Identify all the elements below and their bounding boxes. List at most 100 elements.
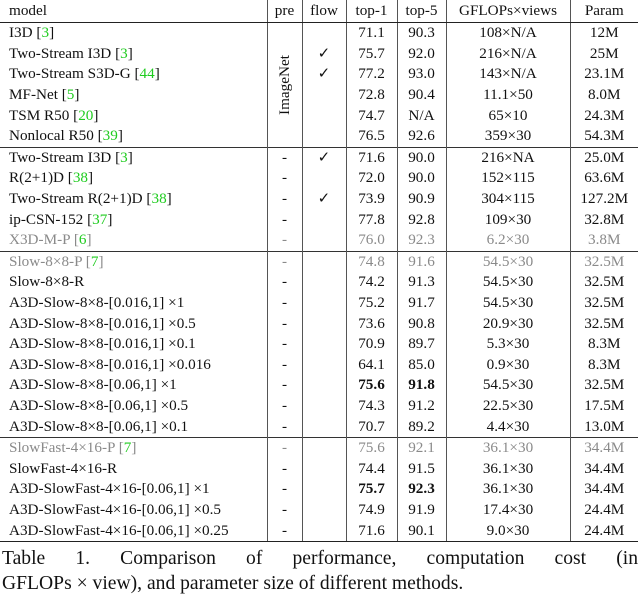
- param-cell: 8.0M: [569, 84, 638, 106]
- pre-cell: -: [266, 333, 302, 355]
- model-cell: A3D-Slow-8×8-[0.016,1] ×0.1: [0, 334, 267, 355]
- citation-link[interactable]: 3: [120, 45, 128, 62]
- flow-cell: [301, 168, 346, 189]
- model-cell: Two-Stream S3D-G [44]: [9, 65, 160, 83]
- param-cell: 13.0M: [569, 416, 638, 438]
- table-row: A3D-SlowFast-4×16-[0.06,1] ×0.5 - 74.9 91.9…: [0, 499, 638, 521]
- model-cell: Slow-8×8-R: [0, 272, 267, 293]
- pre-cell: -: [266, 229, 302, 252]
- top1-cell: 74.8: [345, 250, 397, 273]
- pre-cell: -: [266, 416, 302, 438]
- top1-cell: 77.8: [345, 209, 397, 230]
- model-name: A3D-Slow-8×8-[0.016,1] ×0.1: [9, 335, 196, 353]
- citation-link[interactable]: 38: [151, 190, 166, 207]
- model-cell: A3D-Slow-8×8-[0.016,1] ×1: [0, 293, 267, 314]
- top1-cell: 73.9: [345, 188, 397, 210]
- flow-cell: [301, 333, 346, 355]
- top1-cell: 75.7: [345, 43, 397, 65]
- model-name: A3D-SlowFast-4×16-[0.06,1] ×0.5: [9, 500, 222, 518]
- top1-cell: 75.7: [345, 479, 397, 500]
- table-row: TSM R50 [20] 74.7 N/A 65×10 24.3M: [0, 105, 638, 126]
- model-name: MF-Net: [9, 86, 58, 104]
- citation-link[interactable]: 20: [78, 107, 93, 124]
- table-row: I3D [3] ImageNet 71.1 90.3 108×N/A 12M: [0, 22, 638, 148]
- citation-link[interactable]: 37: [92, 211, 107, 228]
- gflops-cell: 36.1×30: [445, 479, 570, 500]
- pre-cell: -: [266, 458, 302, 480]
- gflops-cell: 54.5×30: [445, 375, 570, 396]
- pre-cell: -: [266, 436, 302, 459]
- top1-cell: 74.3: [345, 395, 397, 417]
- top5-cell: 91.7: [396, 292, 446, 314]
- citation-link[interactable]: 44: [140, 65, 155, 82]
- top1-cell: 75.2: [345, 292, 397, 314]
- param-cell: 34.4M: [569, 436, 638, 459]
- pre-cell: -: [266, 375, 302, 396]
- pre-cell: -: [266, 499, 302, 521]
- citation-link[interactable]: 38: [73, 169, 88, 186]
- citation-link[interactable]: 7: [124, 439, 132, 456]
- model-cell: A3D-SlowFast-4×16-[0.06,1] ×0.5: [0, 500, 267, 521]
- param-cell: 32.5M: [569, 313, 638, 334]
- model-cell: ip-CSN-152 [37]: [9, 210, 113, 228]
- citation-link[interactable]: 39: [103, 127, 118, 144]
- citation-link[interactable]: 3: [41, 24, 49, 41]
- pretrain-label: ImageNet: [275, 54, 293, 115]
- top5-cell: 92.8: [396, 209, 446, 230]
- top1-cell: 64.1: [345, 354, 397, 376]
- table-row: A3D-Slow-8×8-[0.016,1] ×0.016 - 64.1 85.0 0.…: [0, 354, 638, 376]
- top5-cell: 89.7: [396, 333, 446, 355]
- gflops-cell: 17.4×30: [445, 499, 570, 521]
- model-cell: A3D-Slow-8×8-[0.06,1] ×0.1: [0, 416, 267, 437]
- gflops-cell: 109×30: [445, 209, 570, 230]
- flow-cell: [301, 84, 346, 106]
- param-cell: 23.1M: [569, 64, 638, 85]
- table-row: A3D-Slow-8×8-[0.06,1] ×0.1 - 70.7 89.2 4.4×3…: [0, 416, 638, 438]
- model-name: SlowFast-4×16-R: [9, 459, 118, 477]
- top1-cell: 72.0: [345, 168, 397, 189]
- gflops-cell: 54.5×30: [445, 292, 570, 314]
- top5-cell: 89.2: [396, 416, 446, 438]
- table-row: A3D-Slow-8×8-[0.016,1] ×1 - 75.2 91.7 54.5×3…: [0, 292, 638, 314]
- model-name: A3D-Slow-8×8-[0.016,1] ×1: [9, 294, 185, 312]
- table-row: A3D-Slow-8×8-[0.06,1] ×0.5 - 74.3 91.2 22.5×…: [0, 395, 638, 417]
- model-name: A3D-Slow-8×8-[0.016,1] ×0.5: [9, 314, 196, 332]
- top1-cell: 74.7: [345, 105, 397, 126]
- model-name: Two-Stream S3D-G: [9, 65, 131, 83]
- model-name: A3D-Slow-8×8-[0.06,1] ×0.5: [9, 396, 189, 414]
- model-name: ip-CSN-152: [9, 210, 84, 228]
- citation-link[interactable]: 6: [79, 231, 87, 248]
- param-cell: 3.8M: [569, 229, 638, 252]
- citation-link[interactable]: 7: [91, 253, 99, 270]
- citation-link[interactable]: 3: [120, 149, 128, 166]
- flow-cell: [301, 375, 346, 396]
- model-name: A3D-Slow-8×8-[0.016,1] ×0.016: [9, 355, 211, 373]
- gflops-cell: 36.1×30: [445, 436, 570, 459]
- top5-cell: 91.9: [396, 499, 446, 521]
- param-cell: 32.8M: [569, 209, 638, 230]
- flow-cell: [301, 436, 346, 459]
- flow-cell: [301, 22, 346, 44]
- top5-cell: 85.0: [396, 354, 446, 376]
- top1-cell: 74.4: [345, 458, 397, 480]
- model-cell: R(2+1)D [38]: [9, 169, 94, 187]
- model-cell: A3D-Slow-8×8-[0.06,1] ×0.5: [0, 396, 267, 417]
- top1-cell: 74.2: [345, 272, 397, 293]
- results-table: model pre flow top-1 top-5 GFLOPs×views …: [0, 0, 638, 542]
- pre-cell: -: [266, 354, 302, 376]
- model-name: R(2+1)D: [9, 169, 64, 187]
- param-cell: 34.4M: [569, 479, 638, 500]
- model-cell: SlowFast-4×16-R: [0, 458, 267, 479]
- header-row: model pre flow top-1 top-5 GFLOPs×views …: [0, 0, 638, 23]
- top1-cell: 73.6: [345, 313, 397, 334]
- header-flow: flow: [301, 0, 346, 23]
- pre-cell: -: [266, 146, 302, 169]
- caption-line-1: Table 1. Comparison of performance, comp…: [2, 548, 638, 569]
- gflops-cell: 4.4×30: [445, 416, 570, 438]
- gflops-cell: 5.3×30: [445, 333, 570, 355]
- model-name: A3D-SlowFast-4×16-[0.06,1] ×0.25: [9, 521, 229, 539]
- table-row: A3D-Slow-8×8-[0.016,1] ×0.1 - 70.9 89.7 5.3×…: [0, 333, 638, 355]
- citation-link[interactable]: 5: [67, 86, 75, 103]
- table-row: A3D-Slow-8×8-[0.016,1] ×0.5 - 73.6 90.8 20.9…: [0, 313, 638, 334]
- model-name: Slow-8×8-P: [9, 252, 82, 270]
